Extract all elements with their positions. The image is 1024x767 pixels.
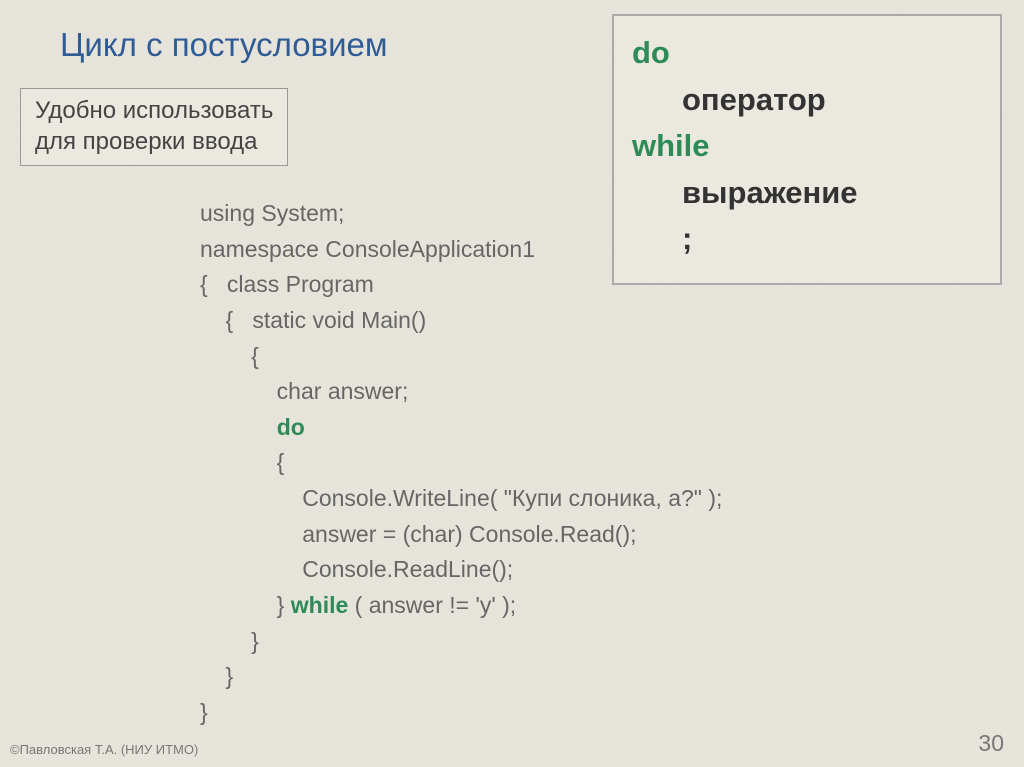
code-line-5: {: [200, 343, 259, 369]
code-line-13: }: [200, 628, 259, 654]
code-line-10: answer = (char) Console.Read();: [200, 521, 637, 547]
code-line-12-post: ( answer != 'y' );: [348, 592, 516, 618]
code-line-9: Console.WriteLine( "Купи слоника, а?" );: [200, 485, 722, 511]
info-callout: Удобно использовать для проверки ввода: [20, 88, 288, 166]
code-line-11: Console.ReadLine();: [200, 556, 513, 582]
syntax-while-keyword: while: [632, 128, 710, 163]
info-line-2: для проверки ввода: [35, 126, 273, 157]
code-line-14: }: [200, 663, 233, 689]
code-line-15: }: [200, 699, 208, 725]
code-while-keyword: while: [291, 592, 349, 618]
code-line-4: { static void Main(): [200, 307, 426, 333]
info-line-1: Удобно использовать: [35, 95, 273, 126]
code-line-1: using System;: [200, 200, 344, 226]
footer-page-number: 30: [978, 730, 1004, 757]
code-line-3: { class Program: [200, 271, 374, 297]
syntax-do-keyword: do: [632, 35, 670, 70]
code-line-8: {: [200, 449, 284, 475]
code-line-7-pre: [200, 414, 277, 440]
slide-title: Цикл с постусловием: [60, 26, 388, 64]
syntax-operator: оператор: [682, 82, 826, 117]
code-line-12-pre: }: [200, 592, 291, 618]
code-example: using System; namespace ConsoleApplicati…: [200, 196, 722, 731]
footer-copyright: ©Павловская Т.А. (НИУ ИТМО): [10, 742, 198, 757]
code-line-2: namespace ConsoleApplication1: [200, 236, 535, 262]
code-do-keyword: do: [277, 414, 305, 440]
code-line-6: char answer;: [200, 378, 408, 404]
